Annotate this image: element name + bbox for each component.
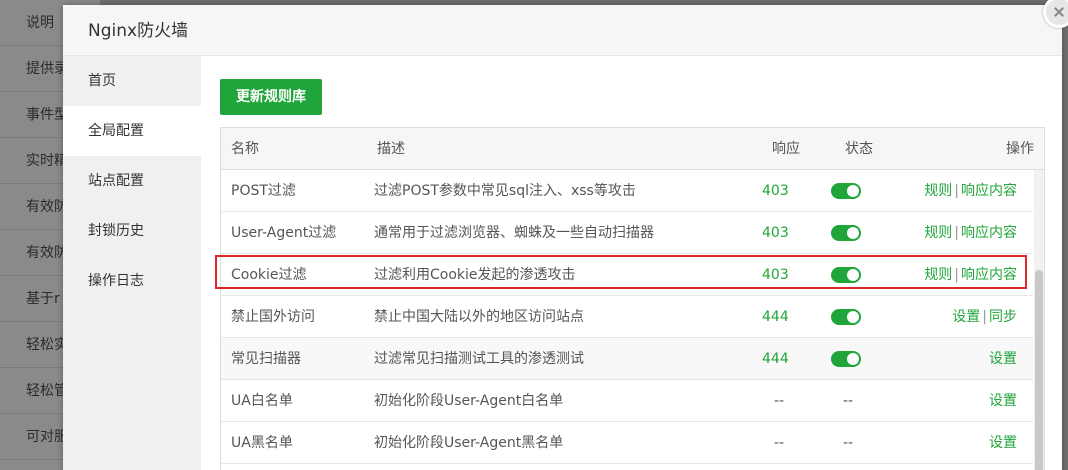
- rule-name: User-Agent过滤: [231, 225, 337, 241]
- status-toggle[interactable]: [831, 225, 861, 241]
- response-code: --: [774, 393, 785, 409]
- table-row: UA白名单 初始化阶段User-Agent白名单 -- -- 设置: [221, 380, 1033, 422]
- sidebar-item-global-config[interactable]: 全局配置: [63, 106, 201, 156]
- settings-link[interactable]: 设置: [989, 393, 1017, 409]
- status-toggle[interactable]: [831, 267, 861, 283]
- rule-name: UA黑名单: [231, 435, 293, 451]
- response-content-link[interactable]: 响应内容: [961, 183, 1017, 199]
- table-row: 常见扫描器 过滤常见扫描测试工具的渗透测试 444 设置: [221, 338, 1033, 380]
- table-row: UA黑名单 初始化阶段User-Agent黑名单 -- -- 设置: [221, 422, 1033, 464]
- rule-desc: 初始化阶段User-Agent白名单: [374, 393, 564, 409]
- table-row: User-Agent过滤 通常用于过滤浏览器、蜘蛛及一些自动扫描器 403 规则…: [221, 212, 1033, 254]
- status-text: --: [843, 435, 854, 451]
- toggle-knob: [847, 311, 859, 323]
- ops-separator: |: [954, 225, 959, 241]
- toggle-knob: [847, 269, 859, 281]
- response-code: --: [774, 435, 785, 451]
- response-content-link[interactable]: 响应内容: [961, 267, 1017, 283]
- response-code: 403: [762, 225, 789, 241]
- response-code: 403: [762, 183, 789, 199]
- sidebar: 首页 全局配置 站点配置 封锁历史 操作日志: [63, 56, 201, 470]
- column-header-code: 响应: [772, 141, 800, 157]
- response-code: 403: [762, 267, 789, 283]
- firewall-dialog: Nginx防火墙 首页 全局配置 站点配置 封锁历史 操作日志 更新规则库 名称…: [63, 5, 1062, 470]
- ops-cell: 设置 | 同步: [952, 296, 1017, 338]
- rules-link[interactable]: 规则: [924, 183, 952, 199]
- rule-desc: 过滤POST参数中常见sql注入、xss等攻击: [374, 183, 636, 199]
- column-header-name: 名称: [231, 141, 259, 157]
- table-scrollbar[interactable]: [1034, 170, 1044, 470]
- rules-link[interactable]: 规则: [924, 225, 952, 241]
- table-row: POST过滤 过滤POST参数中常见sql注入、xss等攻击 403 规则 | 响应…: [221, 170, 1033, 212]
- table-body: POST过滤 过滤POST参数中常见sql注入、xss等攻击 403 规则 | 响应…: [221, 170, 1033, 464]
- ops-cell: 规则 | 响应内容: [924, 212, 1017, 254]
- main-panel: 更新规则库 名称 描述 响应 状态 操作 POST过滤 过滤POST参数中常见s…: [215, 56, 1045, 470]
- sidebar-item-home[interactable]: 首页: [63, 56, 201, 106]
- sidebar-item-operation-log[interactable]: 操作日志: [63, 256, 201, 306]
- ops-cell: 设置: [989, 380, 1017, 422]
- ops-separator: |: [982, 309, 987, 325]
- table-row: Cookie过滤 过滤利用Cookie发起的渗透攻击 403 规则 | 响应内容: [221, 254, 1033, 296]
- sidebar-item-site-config[interactable]: 站点配置: [63, 156, 201, 206]
- table-header: 名称 描述 响应 状态 操作: [221, 128, 1044, 170]
- ops-cell: 规则 | 响应内容: [924, 170, 1017, 212]
- sync-link[interactable]: 同步: [989, 309, 1017, 325]
- update-rules-button[interactable]: 更新规则库: [220, 79, 322, 115]
- rule-name: Cookie过滤: [231, 267, 307, 283]
- ops-cell: 设置: [989, 338, 1017, 380]
- rule-name: 常见扫描器: [231, 351, 301, 367]
- rule-name: POST过滤: [231, 183, 296, 199]
- status-toggle[interactable]: [831, 183, 861, 199]
- settings-link[interactable]: 设置: [989, 435, 1017, 451]
- rule-desc: 初始化阶段User-Agent黑名单: [374, 435, 564, 451]
- rule-desc: 过滤常见扫描测试工具的渗透测试: [374, 351, 584, 367]
- dialog-title: Nginx防火墙: [63, 5, 1062, 56]
- ops-separator: |: [954, 267, 959, 283]
- sidebar-item-block-history[interactable]: 封锁历史: [63, 206, 201, 256]
- ops-separator: |: [954, 183, 959, 199]
- ops-cell: 规则 | 响应内容: [924, 254, 1017, 296]
- rules-table: 名称 描述 响应 状态 操作 POST过滤 过滤POST参数中常见sql注入、x…: [220, 127, 1045, 470]
- rule-name: 禁止国外访问: [231, 309, 315, 325]
- status-toggle[interactable]: [831, 351, 861, 367]
- settings-link[interactable]: 设置: [952, 309, 980, 325]
- column-header-ops: 操作: [1006, 141, 1034, 157]
- settings-link[interactable]: 设置: [989, 351, 1017, 367]
- status-toggle[interactable]: [831, 309, 861, 325]
- status-text: --: [843, 393, 854, 409]
- toggle-knob: [847, 353, 859, 365]
- table-row-highlighted: 禁止国外访问 禁止中国大陆以外的地区访问站点 444 设置 | 同步: [221, 296, 1033, 338]
- rule-desc: 通常用于过滤浏览器、蜘蛛及一些自动扫描器: [374, 225, 654, 241]
- rule-name: UA白名单: [231, 393, 293, 409]
- column-header-status: 状态: [845, 141, 873, 157]
- response-code: 444: [762, 309, 789, 325]
- toggle-knob: [847, 227, 859, 239]
- column-header-desc: 描述: [377, 141, 405, 157]
- toggle-knob: [847, 185, 859, 197]
- ops-cell: 设置: [989, 422, 1017, 464]
- scrollbar-thumb[interactable]: [1035, 270, 1043, 470]
- response-code: 444: [762, 351, 789, 367]
- rule-desc: 过滤利用Cookie发起的渗透攻击: [374, 267, 576, 283]
- response-content-link[interactable]: 响应内容: [961, 225, 1017, 241]
- rules-link[interactable]: 规则: [924, 267, 952, 283]
- rule-desc: 禁止中国大陆以外的地区访问站点: [374, 309, 584, 325]
